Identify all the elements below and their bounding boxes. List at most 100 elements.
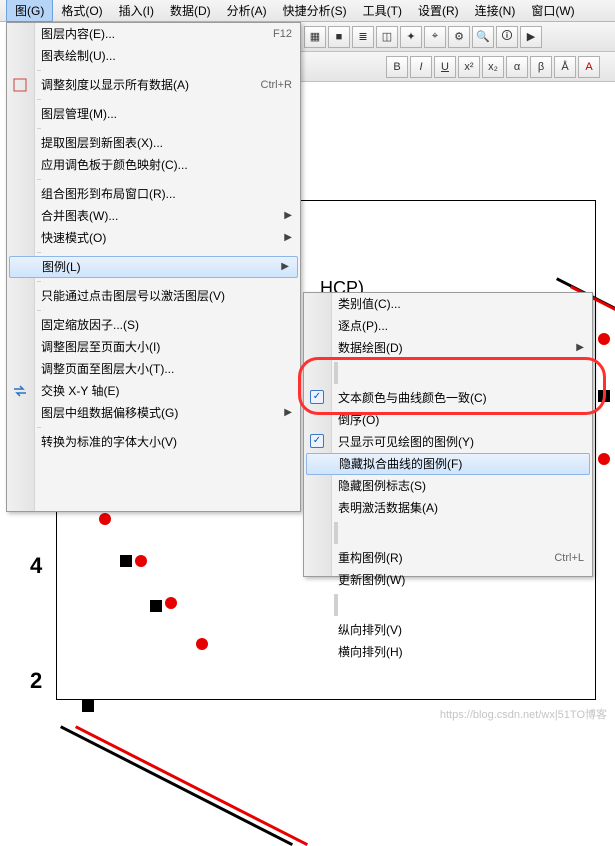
menu-separator <box>37 281 41 282</box>
bold-button[interactable]: B <box>386 56 408 78</box>
menu-quick[interactable]: 快捷分析(S) <box>275 0 355 21</box>
menu-item[interactable]: 数据绘图(D)▶ <box>304 337 592 359</box>
toolbar-btn[interactable]: ▶ <box>520 26 542 48</box>
menu-separator <box>334 362 338 384</box>
menu-item[interactable]: 重构图例(R) Ctrl+L <box>304 547 592 569</box>
menu-item-label: 纵向排列(V) <box>338 622 402 638</box>
menu-item[interactable]: 隐藏图例标志(S) <box>304 475 592 497</box>
menu-item[interactable]: 转换为标准的字体大小(V) <box>7 431 300 453</box>
menu-item-label: 图层管理(M)... <box>41 106 117 122</box>
menu-tools[interactable]: 工具(T) <box>355 0 410 21</box>
axis-tick-2: 2 <box>30 670 42 692</box>
menu-item-label: 组合图形到布局窗口(R)... <box>41 186 176 202</box>
menu-window[interactable]: 窗口(W) <box>523 0 582 21</box>
menu-item-label: 隐藏拟合曲线的图例(F) <box>339 456 462 472</box>
menu-separator <box>37 252 41 253</box>
menu-item[interactable]: 合并图表(W)...▶ <box>7 205 300 227</box>
toolbar-btn[interactable]: 🛈 <box>496 26 518 48</box>
toolbar-btn[interactable]: ▦ <box>304 26 326 48</box>
toolbar-btn[interactable]: ⚙ <box>448 26 470 48</box>
menu-item[interactable]: 表明激活数据集(A) <box>304 497 592 519</box>
menu-item[interactable]: 图表绘制(U)... <box>7 45 300 67</box>
check-icon: ✓ <box>310 390 324 404</box>
menu-item-label: 快速模式(O) <box>41 230 106 246</box>
menu-separator <box>37 310 41 311</box>
menu-item-label: 调整刻度以显示所有数据(A) <box>41 77 189 93</box>
alpha-button[interactable]: α <box>506 56 528 78</box>
menu-analyze[interactable]: 分析(A) <box>219 0 275 21</box>
menu-insert[interactable]: 插入(I) <box>111 0 162 21</box>
menu-item[interactable]: 调整刻度以显示所有数据(A) Ctrl+R <box>7 74 300 96</box>
menu-item-label: 重构图例(R) <box>338 550 403 566</box>
submenu-arrow-icon: ▶ <box>576 340 584 356</box>
menu-item-label: 文本颜色与曲线颜色一致(C) <box>338 390 487 406</box>
toolbar-btn[interactable]: 🔍 <box>472 26 494 48</box>
subscript-button[interactable]: x₂ <box>482 56 504 78</box>
swap-icon <box>12 383 28 399</box>
menu-item[interactable]: 图层内容(E)... F12 <box>7 23 300 45</box>
menu-item-label: 更新图例(W) <box>338 572 405 588</box>
menu-graph[interactable]: 图(G) <box>6 0 53 22</box>
menu-item-label: 调整页面至图层大小(T)... <box>41 361 174 377</box>
menu-item[interactable]: 隐藏拟合曲线的图例(F) <box>306 453 590 475</box>
menu-format[interactable]: 格式(O) <box>53 0 110 21</box>
toolbar-btn[interactable]: ✦ <box>400 26 422 48</box>
shortcut-label: Ctrl+R <box>261 77 292 93</box>
menu-data[interactable]: 数据(D) <box>162 0 219 21</box>
menu-item-label: 图层内容(E)... <box>41 26 115 42</box>
menu-item-label: 逐点(P)... <box>338 318 388 334</box>
toolbar-top: ▦ ■ ≣ ◫ ✦ ⌖ ⚙ 🔍 🛈 ▶ <box>300 22 615 52</box>
toolbar-btn[interactable]: ■ <box>328 26 350 48</box>
menu-item[interactable]: 调整图层至页面大小(I) <box>7 336 300 358</box>
menu-item[interactable]: ✓ 文本颜色与曲线颜色一致(C) <box>304 387 592 409</box>
menu-item[interactable]: 固定缩放因子...(S) <box>7 314 300 336</box>
menu-item-label: 交换 X-Y 轴(E) <box>41 383 119 399</box>
menu-separator <box>37 179 41 180</box>
shortcut-label: F12 <box>273 26 292 42</box>
menu-item-label: 固定缩放因子...(S) <box>41 317 139 333</box>
menu-item[interactable]: 快速模式(O)▶ <box>7 227 300 249</box>
underline-button[interactable]: U <box>434 56 456 78</box>
menu-item-label: 图表绘制(U)... <box>41 48 116 64</box>
menu-item[interactable]: 图例(L)▶ <box>9 256 298 278</box>
menu-item[interactable]: 横向排列(H) <box>304 641 592 663</box>
menu-item[interactable]: 交换 X-Y 轴(E) <box>7 380 300 402</box>
menu-item[interactable]: 类别值(C)... <box>304 293 592 315</box>
menu-item[interactable]: 更新图例(W) <box>304 569 592 591</box>
menu-item-label: 合并图表(W)... <box>41 208 118 224</box>
shortcut-label: Ctrl+L <box>554 550 584 566</box>
menu-item[interactable]: ✓只显示可见绘图的图例(Y) <box>304 431 592 453</box>
plot-square <box>120 555 132 567</box>
menu-item[interactable]: 提取图层到新图表(X)... <box>7 132 300 154</box>
plot-dot <box>598 333 610 345</box>
italic-button[interactable]: I <box>410 56 432 78</box>
plot-line-black-1 <box>60 725 293 846</box>
menu-item-label: 图层中组数据偏移模式(G) <box>41 405 178 421</box>
menu-item[interactable]: 图层中组数据偏移模式(G) ▶ <box>7 402 300 424</box>
toolbar-btn[interactable]: ⌖ <box>424 26 446 48</box>
submenu-arrow-icon: ▶ <box>281 259 289 275</box>
menu-prefs[interactable]: 设置(R) <box>410 0 467 21</box>
superscript-button[interactable]: x² <box>458 56 480 78</box>
menu-item[interactable]: 纵向排列(V) <box>304 619 592 641</box>
menu-item[interactable]: 调整页面至图层大小(T)... <box>7 358 300 380</box>
font-color-button[interactable]: A <box>578 56 600 78</box>
menu-item[interactable]: 应用调色板于颜色映射(C)... <box>7 154 300 176</box>
menu-item-label: 只能通过点击图层号以激活图层(V) <box>41 288 225 304</box>
menu-item[interactable]: 只能通过点击图层号以激活图层(V) <box>7 285 300 307</box>
toolbar-btn[interactable]: ≣ <box>352 26 374 48</box>
plot-dot <box>598 453 610 465</box>
toolbar-btn[interactable]: ◫ <box>376 26 398 48</box>
check-icon: ✓ <box>310 434 324 448</box>
menu-item-label: 类别值(C)... <box>338 296 401 312</box>
submenu-arrow-icon: ▶ <box>284 405 292 421</box>
legend-submenu: 类别值(C)... 逐点(P)... 数据绘图(D)▶ ✓ 文本颜色与曲线颜色一致(C)… <box>303 292 593 577</box>
beta-button[interactable]: β <box>530 56 552 78</box>
menu-item[interactable]: 逐点(P)... <box>304 315 592 337</box>
menu-item[interactable]: 图层管理(M)... <box>7 103 300 125</box>
menu-connect[interactable]: 连接(N) <box>467 0 524 21</box>
ab-button[interactable]: Å <box>554 56 576 78</box>
menu-item[interactable]: 倒序(O) <box>304 409 592 431</box>
menu-item[interactable]: 组合图形到布局窗口(R)... <box>7 183 300 205</box>
axis-tick-4: 4 <box>30 555 42 577</box>
